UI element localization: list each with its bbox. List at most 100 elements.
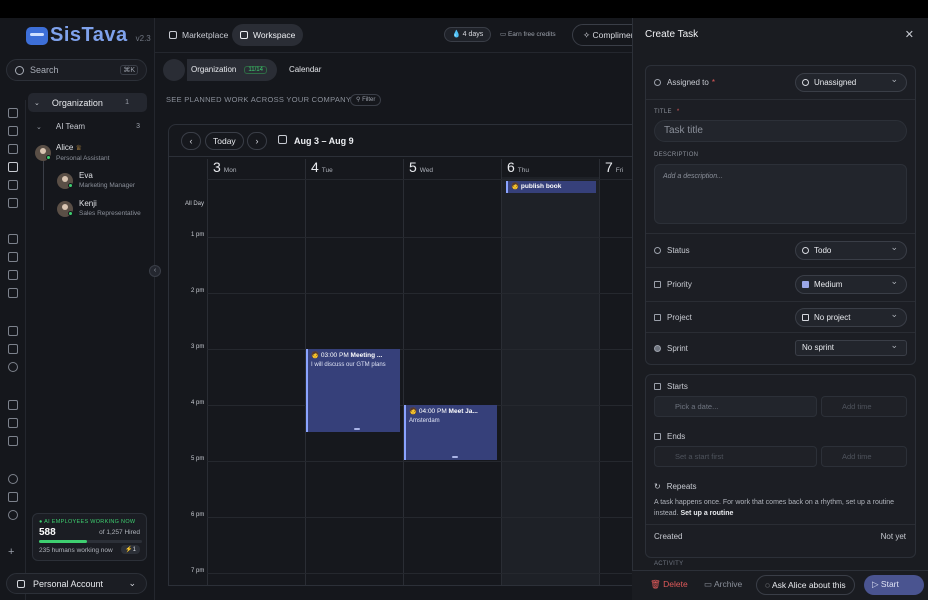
sidebar: SisTava v2.3 Search ⌘K ⌄ Organization 1 … bbox=[6, 18, 155, 600]
event-description: I will discuss our GTM plans bbox=[311, 362, 386, 368]
schedule-icon[interactable] bbox=[8, 344, 18, 354]
account-switcher[interactable]: Personal Account ⌄ bbox=[6, 573, 147, 594]
graduation-icon[interactable] bbox=[8, 326, 18, 336]
grid-line bbox=[207, 179, 637, 180]
settings-icon[interactable] bbox=[8, 510, 18, 520]
plus-icon[interactable]: + bbox=[8, 546, 14, 558]
calendar-toolbar: ‹ Today › Aug 3 – Aug 9 bbox=[169, 125, 637, 157]
today-button[interactable]: Today bbox=[205, 132, 244, 150]
start-time-input[interactable]: Add time bbox=[821, 396, 907, 417]
collapse-sidebar-button[interactable]: ‹ bbox=[149, 265, 161, 277]
prev-week-button[interactable]: ‹ bbox=[181, 132, 201, 150]
user-icon[interactable] bbox=[8, 474, 18, 484]
flag-icon bbox=[654, 281, 661, 288]
document-icon[interactable] bbox=[8, 144, 18, 154]
breadcrumb: Organization 11/14 Calendar bbox=[163, 58, 321, 81]
people-icon[interactable] bbox=[8, 362, 18, 372]
chevron-down-icon[interactable]: ⌄ bbox=[34, 99, 40, 107]
agent-role: Sales Representative bbox=[79, 210, 141, 217]
streak-badge[interactable]: 💧 4 days bbox=[444, 27, 492, 42]
book-icon[interactable] bbox=[8, 252, 18, 262]
agent-name: Eva bbox=[79, 171, 93, 180]
chevron-down-icon: ⌄ bbox=[128, 578, 136, 588]
task-title-input[interactable]: Task title bbox=[654, 120, 907, 142]
progress-fill bbox=[39, 540, 88, 543]
calendar-icon[interactable] bbox=[8, 162, 18, 172]
account-label: Personal Account bbox=[33, 578, 104, 589]
project-select[interactable]: No project bbox=[795, 306, 907, 327]
setup-routine-link[interactable]: Set up a routine bbox=[680, 510, 733, 517]
divider bbox=[646, 267, 915, 268]
day-header[interactable]: 4 Tue bbox=[311, 159, 333, 179]
event-publish-book[interactable]: 🧑 publish book bbox=[506, 181, 596, 193]
panel-title: Create Task bbox=[645, 29, 699, 40]
day-header[interactable]: 5 Wed bbox=[409, 159, 433, 179]
breadcrumb-calendar[interactable]: Calendar bbox=[289, 65, 321, 74]
delete-button[interactable]: 🗑 Delete bbox=[642, 575, 696, 595]
team-label: AI Team bbox=[55, 122, 86, 131]
repeats-description: A task happens once. For work that comes… bbox=[654, 499, 895, 517]
event-meet[interactable]: 🧑 04:00 PM Meet Ja... Amsterdam bbox=[404, 405, 497, 460]
start-now-button[interactable]: ▷ Start now bbox=[864, 575, 924, 600]
ai-employees-card[interactable]: ● AI EMPLOYEES WORKING NOW 588 of 1,257 … bbox=[32, 513, 147, 561]
description-input[interactable]: Add a description... bbox=[654, 164, 907, 224]
search-input[interactable]: Search ⌘K bbox=[6, 59, 147, 81]
crown-icon: ♕ bbox=[75, 145, 82, 152]
event-meeting[interactable]: 🧑 03:00 PM Meeting ... I will discuss ou… bbox=[306, 349, 400, 432]
day-header[interactable]: 7 Fri bbox=[605, 159, 623, 179]
tab-marketplace[interactable]: Marketplace bbox=[161, 24, 236, 46]
tab-workspace[interactable]: Workspace bbox=[232, 24, 304, 46]
day-header[interactable]: 6 Thu bbox=[507, 159, 529, 179]
agent-eva[interactable]: Eva Marketing Manager bbox=[57, 171, 135, 190]
clipboard-icon[interactable] bbox=[8, 288, 18, 298]
building-icon[interactable] bbox=[8, 492, 18, 502]
priority-label: Priority bbox=[654, 280, 692, 289]
event-title: Meeting ... bbox=[350, 352, 383, 359]
priority-select[interactable]: Medium bbox=[795, 273, 907, 294]
bolt-icon[interactable] bbox=[8, 270, 18, 280]
tab-label: Marketplace bbox=[182, 30, 229, 40]
resize-handle[interactable] bbox=[451, 456, 458, 458]
activity-icon[interactable] bbox=[8, 436, 18, 446]
resize-handle[interactable] bbox=[354, 428, 360, 430]
building-icon[interactable] bbox=[163, 58, 185, 81]
starts-label: Starts bbox=[654, 382, 688, 391]
earn-credits-link[interactable]: ▭ Earn free credits bbox=[500, 30, 556, 38]
ask-alice-button[interactable]: ◌ Ask Alice about this bbox=[756, 575, 855, 595]
agent-kenji[interactable]: Kenji Sales Representative bbox=[57, 199, 141, 218]
archive-button[interactable]: ▭ Archive bbox=[696, 575, 750, 595]
end-date-input[interactable]: Set a start first bbox=[654, 446, 817, 467]
filter-button[interactable]: ⚲ Filter bbox=[350, 94, 382, 106]
inbox-icon[interactable] bbox=[8, 126, 18, 136]
project-label: Project bbox=[654, 313, 692, 322]
time-label: 6 pm bbox=[191, 512, 205, 518]
sprint-select[interactable]: No sprint bbox=[795, 338, 907, 356]
grid-line bbox=[207, 159, 208, 585]
all-day-label: All Day bbox=[185, 201, 205, 207]
sidebar-item-ai-team[interactable]: ⌄ AI Team 3 bbox=[36, 122, 146, 131]
time-label: 1 pm bbox=[191, 232, 205, 238]
assignee-select[interactable]: Unassigned bbox=[795, 71, 907, 92]
ends-label: Ends bbox=[654, 432, 685, 441]
store-icon bbox=[169, 31, 177, 39]
end-time-input[interactable]: Add time bbox=[821, 446, 907, 467]
card-icon[interactable] bbox=[8, 198, 18, 208]
close-icon[interactable]: ✕ bbox=[905, 28, 914, 41]
next-week-button[interactable]: › bbox=[247, 132, 267, 150]
chart-icon[interactable] bbox=[8, 418, 18, 428]
agent-alice[interactable]: Alice ♕ Personal Assistant bbox=[35, 143, 109, 163]
sprint-icon bbox=[654, 345, 661, 352]
grid-line bbox=[207, 293, 637, 294]
home-icon[interactable] bbox=[8, 400, 18, 410]
tray-icon[interactable] bbox=[8, 180, 18, 190]
day-header[interactable]: 3 Mon bbox=[213, 159, 236, 179]
todo-icon bbox=[802, 247, 809, 254]
status-select[interactable]: Todo bbox=[795, 239, 907, 260]
flag-icon bbox=[802, 281, 809, 288]
breadcrumb-organization[interactable]: Organization 11/14 bbox=[187, 58, 277, 81]
chevron-down-icon[interactable]: ⌄ bbox=[36, 123, 42, 131]
tools-icon[interactable] bbox=[8, 234, 18, 244]
sidebar-item-organization[interactable]: ⌄ Organization 1 bbox=[28, 93, 147, 112]
start-date-input[interactable]: Pick a date... bbox=[654, 396, 817, 417]
chat-icon[interactable] bbox=[8, 108, 18, 118]
